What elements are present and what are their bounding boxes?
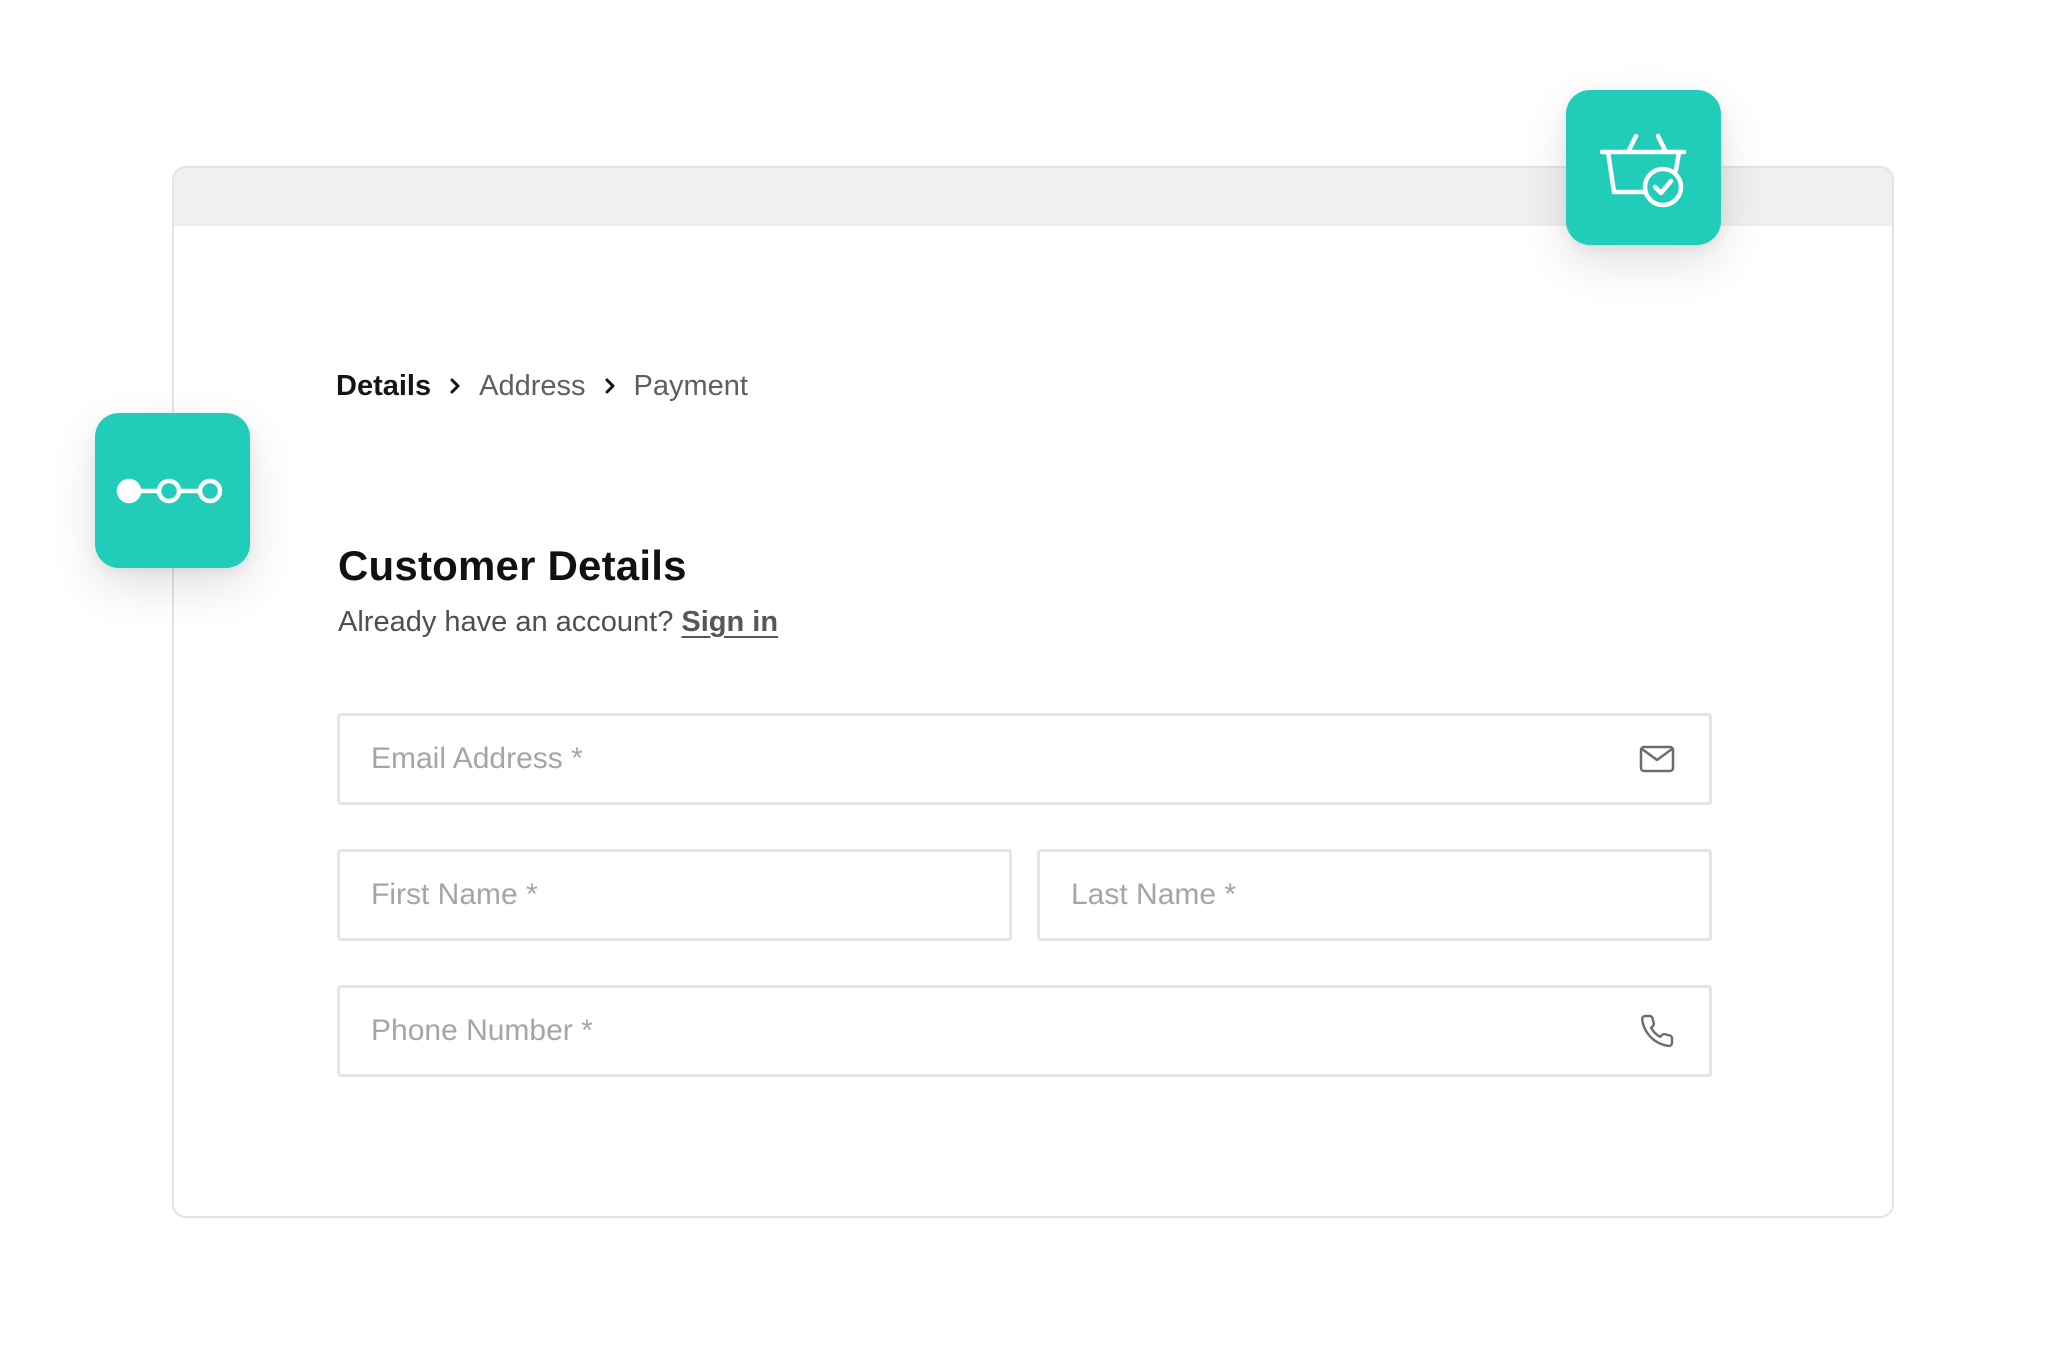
- first-name-input[interactable]: [340, 852, 1009, 938]
- email-field: [337, 713, 1712, 805]
- shopping-basket-check-icon: [1599, 133, 1686, 207]
- last-name-input[interactable]: [1040, 852, 1709, 938]
- mail-icon: [1637, 739, 1677, 779]
- account-prompt-text: Already have an account?: [338, 606, 674, 638]
- last-name-field: [1037, 849, 1712, 941]
- checkout-breadcrumb: Details Address Payment: [336, 366, 748, 406]
- phone-icon: [1637, 1011, 1677, 1051]
- steps-badge: [95, 413, 250, 568]
- breadcrumb-step-details[interactable]: Details: [336, 366, 431, 406]
- progress-steps-icon: [116, 478, 222, 503]
- first-name-field: [337, 849, 1012, 941]
- email-input[interactable]: [340, 716, 1637, 802]
- chevron-right-icon: [586, 376, 634, 396]
- account-prompt: Already have an account? Sign in: [338, 606, 778, 639]
- chevron-right-icon: [431, 376, 479, 396]
- breadcrumb-step-address[interactable]: Address: [479, 366, 585, 406]
- page-title: Customer Details: [338, 542, 687, 589]
- sign-in-link[interactable]: Sign in: [681, 606, 778, 638]
- page: Details Address Payment Customer Details…: [0, 0, 2048, 1345]
- breadcrumb-step-payment[interactable]: Payment: [634, 366, 748, 406]
- phone-field: [337, 985, 1712, 1077]
- phone-input[interactable]: [340, 988, 1637, 1074]
- basket-badge: [1566, 90, 1721, 245]
